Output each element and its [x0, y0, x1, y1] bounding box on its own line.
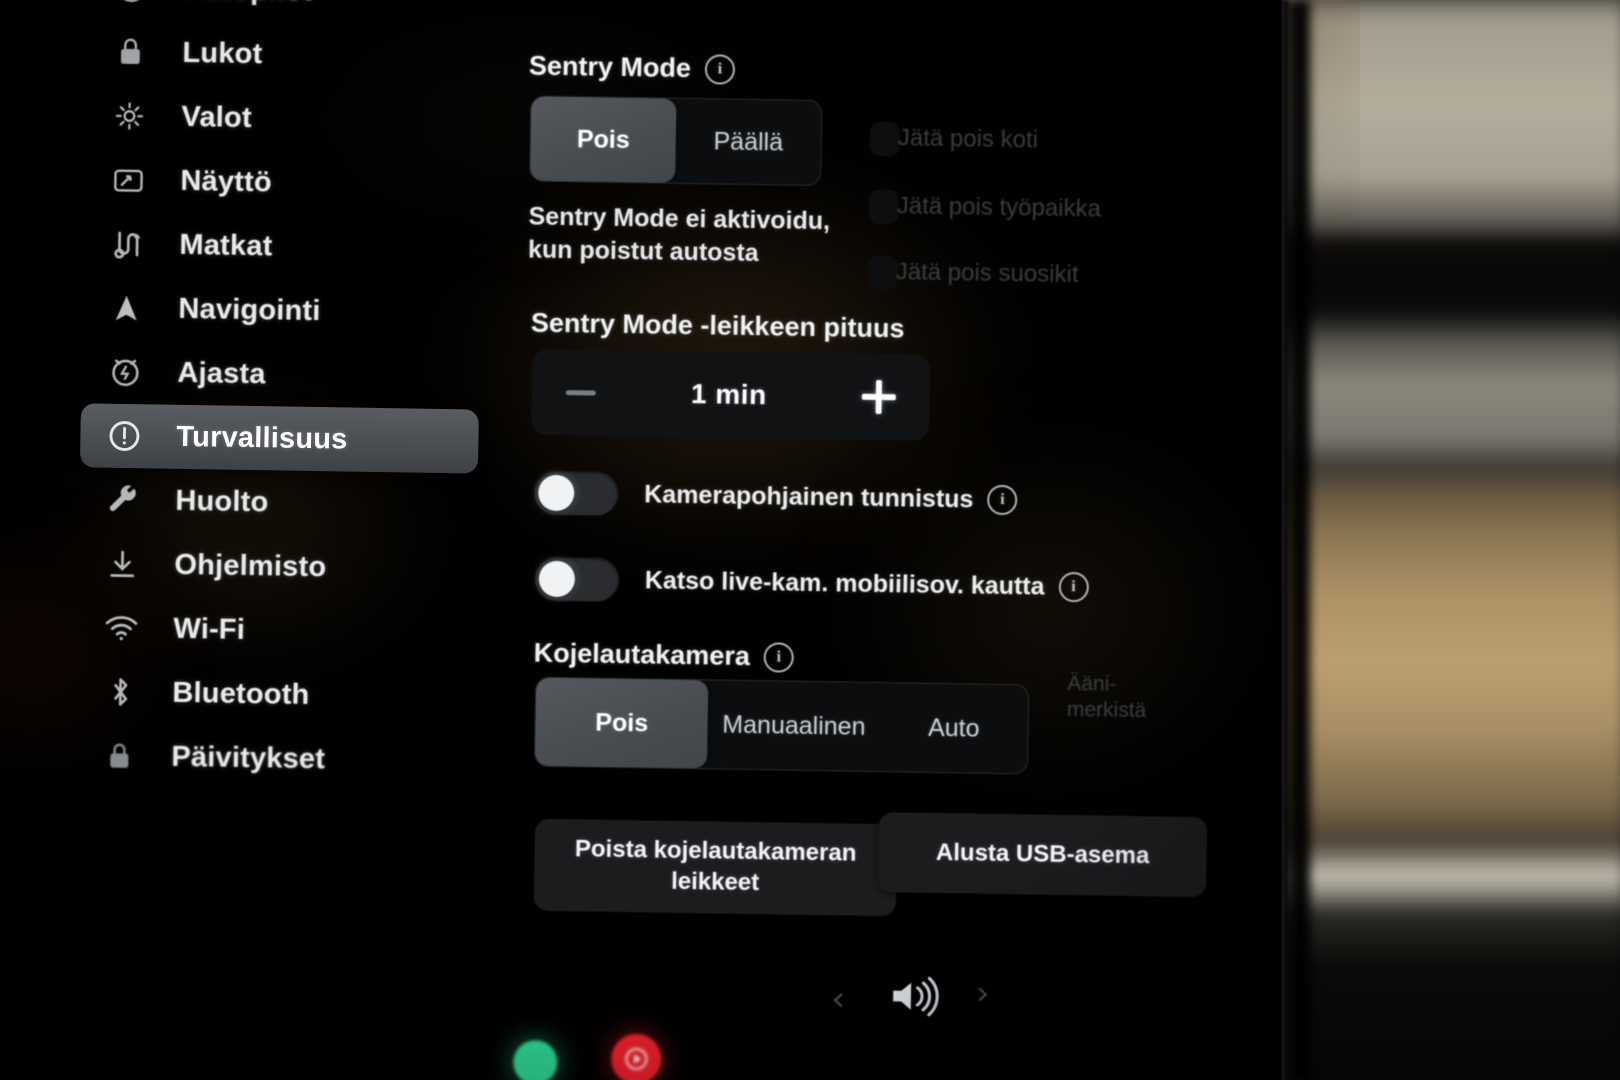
- sidebar-item-naytto[interactable]: Näyttö: [84, 147, 483, 217]
- sidebar-item-paivitykset[interactable]: Päivitykset: [75, 723, 474, 793]
- settings-content-turvallisuus: Jätä pois koti Jätä pois työpaikka Jätä …: [483, 0, 1282, 1080]
- youtube-app-icon[interactable]: [611, 1033, 662, 1080]
- ghost-checkbox-work: [868, 189, 900, 225]
- sidebar-item-label: Turvallisuus: [176, 420, 348, 456]
- clip-length-title-row: Sentry Mode -leikkeen pituus: [531, 308, 905, 345]
- sidebar-item-bluetooth[interactable]: Bluetooth: [76, 659, 475, 729]
- clock-icon: [105, 352, 146, 393]
- bottom-status-bar: ‹ ›: [0, 970, 1282, 1080]
- format-usb-drive-button[interactable]: Alusta USB-asema: [878, 812, 1208, 898]
- sentry-mode-option-off[interactable]: Pois: [530, 96, 677, 183]
- wrench-icon: [103, 480, 144, 521]
- sidebar-item-label: Huolto: [175, 484, 269, 518]
- sidebar-item-label: Matkat: [179, 228, 273, 262]
- ghost-label-audio-chime: Ääni- merkistä: [1067, 671, 1147, 725]
- sidebar-item-turvallisuus[interactable]: Turvallisuus: [79, 403, 479, 474]
- sentry-mode-segmented-control[interactable]: Pois Päällä: [529, 95, 823, 187]
- sidebar-item-label: Autopilot: [183, 0, 313, 7]
- delete-dashcam-clips-button[interactable]: Poista kojelautakameran leikkeet: [533, 818, 898, 917]
- switch-knob: [537, 474, 575, 512]
- sidebar-item-label: Päivitykset: [171, 740, 326, 775]
- sidebar-item-label: Näyttö: [180, 164, 273, 198]
- sidebar-item-ohjelmisto[interactable]: Ohjelmisto: [78, 531, 477, 601]
- sidebar-item-label: Ohjelmisto: [174, 548, 327, 583]
- dashcam-title-row: Kojelautakamera i: [534, 638, 795, 673]
- decrease-clip-length-button[interactable]: [565, 389, 596, 396]
- update-lock-icon: [99, 736, 140, 777]
- ghost-label-exclude-favorites: Jätä pois suosikit: [895, 258, 1079, 289]
- live-camera-toggle-row[interactable]: Katso live-kam. mobiilisov. kautta i: [534, 556, 1089, 610]
- info-icon[interactable]: i: [763, 641, 795, 673]
- sentry-mode-title-row: Sentry Mode i: [528, 50, 736, 85]
- switch-knob: [538, 560, 576, 598]
- screenshot-root: Autopilot Lukot Valot: [0, 0, 1620, 1080]
- sidebar-item-label: Valot: [181, 100, 253, 134]
- camera-detection-switch[interactable]: [533, 470, 619, 516]
- sentry-helper-line-2: kun poistut autosta: [527, 235, 759, 268]
- ghost-checkbox-home: [869, 121, 901, 157]
- spotify-app-icon[interactable]: [512, 1040, 558, 1080]
- live-camera-switch[interactable]: [534, 556, 620, 602]
- sidebar-item-wifi[interactable]: Wi-Fi: [77, 595, 476, 665]
- download-icon: [102, 544, 143, 585]
- info-icon[interactable]: i: [1058, 571, 1089, 603]
- camera-detection-label-row: Kamerapohjainen tunnistus i: [644, 479, 1018, 516]
- live-camera-label-row: Katso live-kam. mobiilisov. kautta i: [644, 565, 1089, 603]
- speaker-volume-icon[interactable]: [885, 970, 944, 1028]
- camera-detection-toggle-row[interactable]: Kamerapohjainen tunnistus i: [533, 470, 1018, 523]
- sidebar-item-huolto[interactable]: Huolto: [79, 467, 478, 537]
- live-camera-label: Katso live-kam. mobiilisov. kautta: [644, 565, 1045, 601]
- camera-detection-label: Kamerapohjainen tunnistus: [644, 479, 974, 513]
- ghost-label-exclude-home: Jätä pois koti: [897, 124, 1039, 154]
- clip-length-title: Sentry Mode -leikkeen pituus: [530, 307, 905, 344]
- dashcam-title: Kojelautakamera: [533, 637, 751, 672]
- sidebar-item-navigointi[interactable]: Navigointi: [82, 275, 481, 345]
- display-icon: [108, 160, 149, 201]
- alert-circle-icon: [104, 416, 145, 457]
- info-icon[interactable]: i: [987, 484, 1018, 516]
- ghost-audio-line-2: merkistä: [1066, 698, 1147, 723]
- increase-clip-length-button[interactable]: [862, 380, 897, 415]
- sentry-mode-option-on[interactable]: Päällä: [675, 99, 821, 185]
- ghost-audio-line-1: Ääni-: [1067, 671, 1117, 696]
- previous-card-chevron-icon[interactable]: ‹: [831, 979, 845, 1019]
- sidebar-item-lukot[interactable]: Lukot: [86, 19, 485, 89]
- dashcam-segmented-control[interactable]: Pois Manuaalinen Auto: [533, 676, 1030, 775]
- sidebar-item-label: Navigointi: [178, 292, 321, 327]
- info-icon[interactable]: i: [704, 53, 736, 85]
- sidebar-item-label: Ajasta: [177, 356, 266, 390]
- light-bulb-icon: [109, 96, 150, 137]
- lock-icon: [110, 32, 151, 73]
- sidebar-item-ajasta[interactable]: Ajasta: [81, 339, 480, 409]
- touchscreen-display: Autopilot Lukot Valot: [0, 0, 1282, 1080]
- clip-length-value: 1 min: [690, 378, 767, 411]
- settings-sidebar[interactable]: Autopilot Lukot Valot: [0, 0, 500, 1080]
- dashcam-option-off[interactable]: Pois: [534, 677, 709, 769]
- dashcam-option-auto[interactable]: Auto: [879, 683, 1028, 773]
- sentry-mode-title: Sentry Mode: [528, 50, 692, 84]
- clip-length-stepper[interactable]: 1 min: [531, 348, 931, 441]
- ghost-label-exclude-work: Jätä pois työpaikka: [896, 192, 1102, 223]
- sentry-mode-helper-text: Sentry Mode ei aktivoidu, kun poistut au…: [528, 200, 869, 271]
- dashcam-option-manual[interactable]: Manuaalinen: [707, 680, 881, 771]
- steering-wheel-icon: [111, 0, 152, 8]
- ghost-checkbox-favorites: [867, 255, 899, 291]
- sidebar-item-matkat[interactable]: Matkat: [83, 211, 482, 281]
- sidebar-item-label: Bluetooth: [172, 676, 310, 711]
- trips-icon: [107, 224, 148, 265]
- navigation-arrow-icon: [106, 288, 147, 329]
- sidebar-item-label: Wi-Fi: [173, 612, 246, 646]
- bluetooth-icon: [100, 672, 141, 713]
- wifi-icon: [101, 608, 142, 649]
- sidebar-item-label: Lukot: [182, 36, 263, 70]
- sidebar-item-valot[interactable]: Valot: [85, 83, 484, 153]
- next-card-chevron-icon[interactable]: ›: [976, 973, 990, 1013]
- sentry-helper-line-1: Sentry Mode ei aktivoidu,: [528, 202, 831, 236]
